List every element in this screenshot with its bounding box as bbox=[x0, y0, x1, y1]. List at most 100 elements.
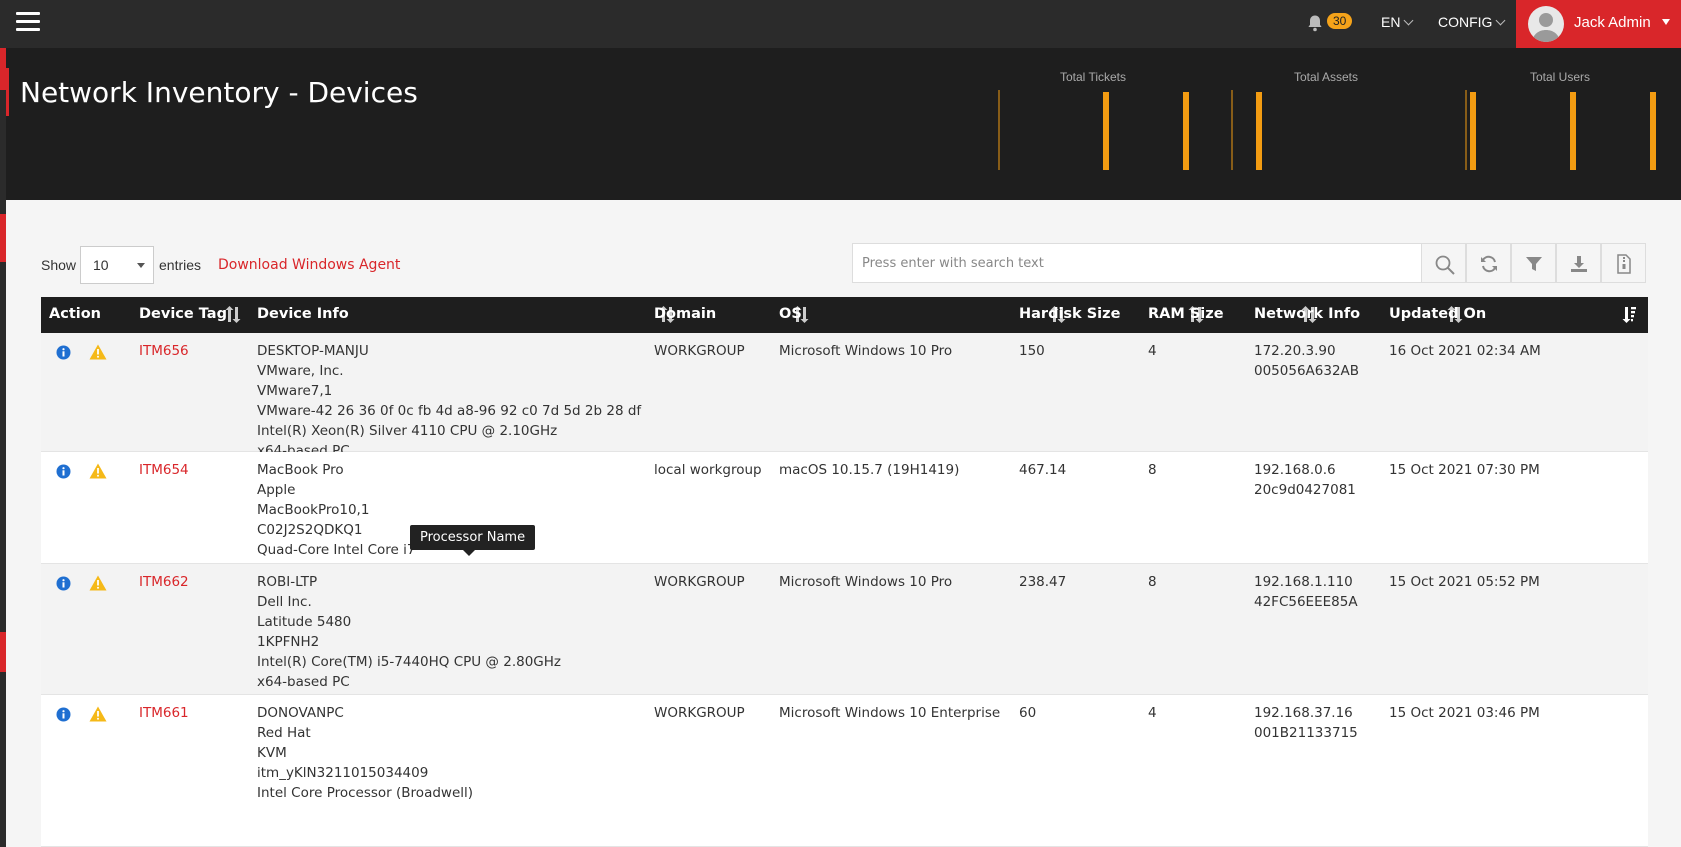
info-icon[interactable] bbox=[56, 576, 71, 591]
network-info-line: 192.168.1.110 bbox=[1254, 574, 1353, 590]
download-button[interactable] bbox=[1556, 243, 1601, 283]
col-action-header: Action bbox=[49, 306, 102, 322]
col-ram-size-header[interactable]: RAM Size bbox=[1148, 306, 1224, 322]
mini-chart-assets: Total Assets bbox=[1231, 70, 1431, 170]
avatar bbox=[1528, 6, 1564, 42]
device-info-line: MacBook Pro bbox=[257, 462, 344, 478]
mini-chart-bar bbox=[1470, 92, 1476, 170]
device-info-line: MacBookPro10,1 bbox=[257, 502, 370, 518]
os-cell: Microsoft Windows 10 Pro bbox=[779, 343, 953, 359]
col-os-header[interactable]: OS bbox=[779, 306, 802, 322]
filter-icon bbox=[1526, 257, 1542, 271]
device-info-line: ROBI-LTP bbox=[257, 574, 318, 590]
language-menu[interactable]: EN bbox=[1381, 14, 1414, 30]
device-tag-link[interactable]: ITM654 bbox=[139, 460, 189, 480]
sort-icon[interactable] bbox=[225, 306, 241, 323]
mini-chart-bar bbox=[1103, 92, 1109, 170]
mini-chart-title: Total Tickets bbox=[1059, 70, 1127, 84]
filter-button[interactable] bbox=[1511, 243, 1556, 283]
device-info-line: Dell Inc. bbox=[257, 594, 312, 610]
network-info: 172.20.3.90 005056A632AB bbox=[1254, 341, 1359, 381]
page-title: Network Inventory - Devices bbox=[20, 76, 418, 109]
config-label: CONFIG bbox=[1438, 14, 1493, 30]
device-info-line: Red Hat bbox=[257, 725, 311, 741]
col-device-tag-header[interactable]: Device Tag bbox=[139, 306, 227, 322]
device-tag-link[interactable]: ITM656 bbox=[139, 341, 189, 361]
mini-chart-bar bbox=[1650, 92, 1656, 170]
device-info-line: 1KPFNH2 bbox=[257, 634, 320, 650]
tooltip: Processor Name bbox=[410, 525, 536, 556]
config-menu[interactable]: CONFIG bbox=[1438, 14, 1506, 30]
table-row: ITM656 DESKTOP-MANJU VMware, Inc. VMware7,1… bbox=[41, 333, 1648, 459]
search-icon bbox=[1435, 255, 1455, 275]
notification-badge[interactable]: 30 bbox=[1327, 13, 1353, 29]
caret-down-icon bbox=[137, 263, 145, 268]
entries-select[interactable]: 10 bbox=[80, 246, 154, 284]
device-info-line: C02J2S2QDKQ1 bbox=[257, 522, 363, 538]
warning-icon[interactable] bbox=[89, 344, 107, 360]
mini-chart-title: Total Assets bbox=[1293, 70, 1359, 84]
network-info-line: 005056A632AB bbox=[1254, 363, 1360, 379]
ram-size-cell: 4 bbox=[1148, 343, 1157, 359]
info-icon[interactable] bbox=[56, 464, 71, 479]
device-info-line: VMware-42 26 36 0f 0c fb 4d a8-96 92 c0 … bbox=[257, 403, 642, 419]
mini-chart-axis bbox=[1465, 90, 1467, 170]
bell-icon[interactable] bbox=[1306, 14, 1324, 32]
user-name: Jack Admin bbox=[1574, 14, 1651, 31]
mini-chart-tickets: Total Tickets bbox=[998, 70, 1198, 170]
menu-icon[interactable] bbox=[16, 12, 40, 34]
device-info: DONOVANPC Red Hat KVM itm_yKlN3211015034409… bbox=[257, 703, 473, 803]
col-network-info-header[interactable]: Network Info bbox=[1254, 306, 1360, 322]
page-header: Network Inventory - Devices Total Ticket… bbox=[6, 48, 1681, 200]
col-hardisk-size-header[interactable]: Hardisk Size bbox=[1019, 306, 1120, 322]
col-updated-on-header[interactable]: Updated On bbox=[1389, 306, 1486, 322]
export-button[interactable] bbox=[1601, 243, 1646, 283]
download-agent-link[interactable]: Download Windows Agent bbox=[218, 257, 400, 273]
device-info-line: Intel Core Processor (Broadwell) bbox=[257, 785, 474, 801]
info-icon[interactable] bbox=[56, 707, 71, 722]
mini-chart-users: Total Users bbox=[1465, 70, 1665, 170]
network-info: 192.168.37.16 001B21133715 bbox=[1254, 703, 1358, 743]
sort-desc-icon[interactable] bbox=[1621, 306, 1637, 323]
warning-icon[interactable] bbox=[89, 463, 107, 479]
ram-size-cell: 8 bbox=[1148, 574, 1157, 590]
col-domain-header[interactable]: Domain bbox=[654, 306, 716, 322]
table-row: ITM661 DONOVANPC Red Hat KVM itm_yKlN3211015… bbox=[41, 695, 1648, 847]
search-input[interactable] bbox=[852, 243, 1422, 283]
device-tag-link[interactable]: ITM662 bbox=[139, 572, 189, 592]
device-info-line: VMware7,1 bbox=[257, 383, 333, 399]
network-info-line: 192.168.0.6 bbox=[1254, 462, 1336, 478]
network-info: 192.168.0.6 20c9d0427081 bbox=[1254, 460, 1356, 500]
domain-cell: WORKGROUP bbox=[654, 574, 745, 590]
mini-chart-svg bbox=[1465, 90, 1656, 170]
mini-chart-bar bbox=[1183, 92, 1189, 170]
mini-chart-svg bbox=[1231, 90, 1262, 170]
info-icon[interactable] bbox=[56, 345, 71, 360]
updated-on-cell: 16 Oct 2021 02:34 AM bbox=[1389, 343, 1541, 359]
warning-icon[interactable] bbox=[89, 575, 107, 591]
hardisk-size-cell: 238.47 bbox=[1019, 574, 1067, 590]
device-tag-link[interactable]: ITM661 bbox=[139, 703, 189, 723]
domain-cell: WORKGROUP bbox=[654, 343, 745, 359]
device-info-line: Intel(R) Core(TM) i5-7440HQ CPU @ 2.80GH… bbox=[257, 654, 561, 670]
mini-chart-bar bbox=[1570, 92, 1576, 170]
search-button[interactable] bbox=[1421, 243, 1466, 283]
network-info-line: 172.20.3.90 bbox=[1254, 343, 1336, 359]
warning-icon[interactable] bbox=[89, 706, 107, 722]
file-zip-icon bbox=[1617, 254, 1631, 274]
device-info-line: Latitude 5480 bbox=[257, 614, 352, 630]
title-accent bbox=[6, 68, 9, 116]
caret-down-icon bbox=[1662, 19, 1670, 25]
chevron-down-icon bbox=[1496, 15, 1506, 26]
tooltip-arrow bbox=[463, 550, 475, 556]
entries-label: entries bbox=[159, 257, 202, 273]
updated-on-cell: 15 Oct 2021 03:46 PM bbox=[1389, 705, 1540, 721]
refresh-button[interactable] bbox=[1466, 243, 1511, 283]
user-menu[interactable]: Jack Admin bbox=[1516, 0, 1681, 48]
device-info-line: KVM bbox=[257, 745, 287, 761]
top-bar: 30 EN CONFIG Jack Admin bbox=[0, 0, 1681, 48]
device-info-line: DESKTOP-MANJU bbox=[257, 343, 369, 359]
col-device-info-header[interactable]: Device Info bbox=[257, 306, 349, 322]
download-icon bbox=[1571, 256, 1587, 272]
device-info: ROBI-LTP Dell Inc. Latitude 5480 1KPFNH2 Int… bbox=[257, 572, 561, 692]
